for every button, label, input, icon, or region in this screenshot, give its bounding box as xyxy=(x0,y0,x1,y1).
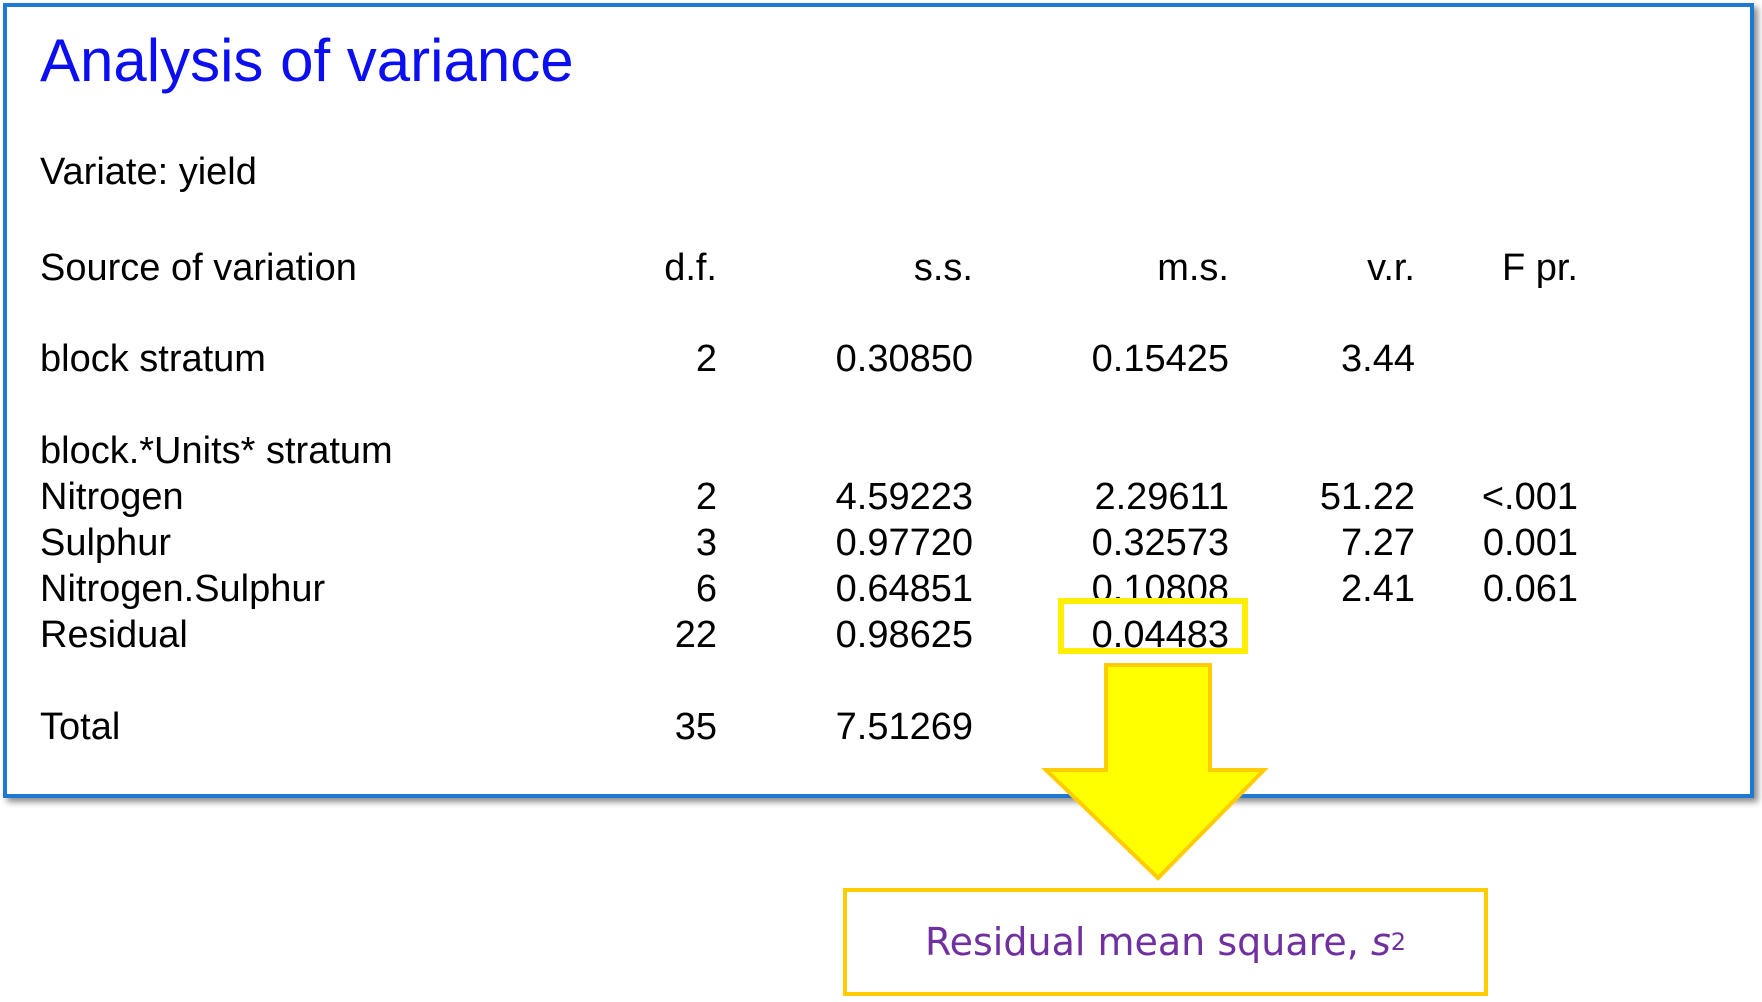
table-row: Total 35 7.51269 xyxy=(7,704,1750,750)
residual-ms-highlight xyxy=(1058,598,1248,654)
row-vr: 51.22 xyxy=(1319,476,1415,518)
row-source: Sulphur xyxy=(40,522,171,564)
table-header-row: Source of variation d.f. s.s. m.s. v.r. … xyxy=(7,245,1750,291)
table-row: block.*Units* stratum xyxy=(7,428,1750,474)
row-source: Residual xyxy=(40,614,188,656)
row-ms: 0.32573 xyxy=(1091,522,1229,564)
row-df: 35 xyxy=(674,706,717,748)
row-ss: 0.97720 xyxy=(835,522,973,564)
row-ms: 0.15425 xyxy=(1091,338,1229,380)
table-row: Nitrogen 2 4.59223 2.29611 51.22 <.001 xyxy=(7,474,1750,520)
row-ss: 0.30850 xyxy=(835,338,973,380)
header-ms: m.s. xyxy=(1157,247,1229,289)
anova-output-panel: Analysis of variance Variate: yield Sour… xyxy=(3,3,1754,798)
row-vr: 7.27 xyxy=(1341,522,1415,564)
table-row: Sulphur 3 0.97720 0.32573 7.27 0.001 xyxy=(7,520,1750,566)
row-source: Nitrogen xyxy=(40,476,184,518)
row-fpr: <.001 xyxy=(1481,476,1578,518)
callout-symbol: s xyxy=(1370,920,1391,964)
row-df: 2 xyxy=(695,338,717,380)
row-vr: 3.44 xyxy=(1341,338,1415,380)
row-ss: 7.51269 xyxy=(835,706,973,748)
row-fpr: 0.001 xyxy=(1482,522,1578,564)
header-source: Source of variation xyxy=(40,247,357,289)
row-vr: 2.41 xyxy=(1341,568,1415,610)
header-df: d.f. xyxy=(664,247,717,289)
row-source: Nitrogen.Sulphur xyxy=(40,568,326,610)
row-fpr: 0.061 xyxy=(1482,568,1578,610)
row-df: 6 xyxy=(695,568,717,610)
row-source: block.*Units* stratum xyxy=(40,430,393,472)
table-row: Nitrogen.Sulphur 6 0.64851 0.10808 2.41 … xyxy=(7,566,1750,612)
variate-label: Variate: yield xyxy=(40,151,257,193)
row-df: 3 xyxy=(695,522,717,564)
table-row: block stratum 2 0.30850 0.15425 3.44 xyxy=(7,336,1750,382)
row-df: 22 xyxy=(674,614,717,656)
header-fpr: F pr. xyxy=(1501,247,1578,289)
down-arrow-icon xyxy=(1041,663,1269,881)
row-ss: 0.98625 xyxy=(835,614,973,656)
callout-text: Residual mean square, xyxy=(924,920,1371,964)
row-ss: 0.64851 xyxy=(835,568,973,610)
table-row: Residual 22 0.98625 0.04483 xyxy=(7,612,1750,658)
row-ms: 2.29611 xyxy=(1094,476,1229,518)
row-df: 2 xyxy=(695,476,717,518)
row-ss: 4.59223 xyxy=(835,476,973,518)
row-source: Total xyxy=(40,706,121,748)
header-vr: v.r. xyxy=(1367,247,1415,289)
row-source: block stratum xyxy=(40,338,266,380)
residual-mean-square-callout: Residual mean square, s2 xyxy=(843,888,1488,996)
page-title: Analysis of variance xyxy=(40,27,574,94)
header-ss: s.s. xyxy=(913,247,973,289)
